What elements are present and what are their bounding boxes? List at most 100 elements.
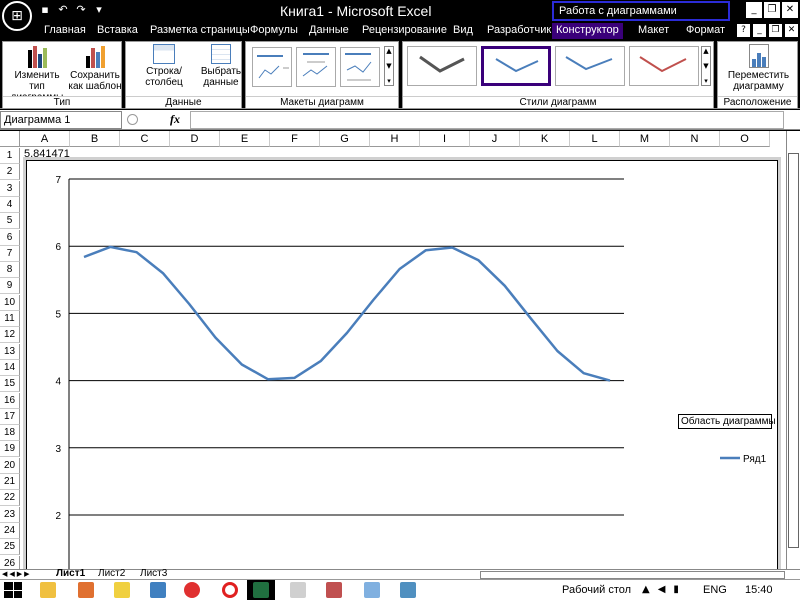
fx-icon[interactable]: fx: [170, 112, 180, 127]
tab-page-layout[interactable]: Разметка страницы: [146, 23, 254, 39]
row-header-18[interactable]: 18: [0, 425, 20, 442]
chart-style-1[interactable]: [407, 46, 477, 86]
minimize-icon[interactable]: _: [746, 2, 762, 18]
opera-icon[interactable]: [222, 582, 238, 598]
app5-icon[interactable]: [326, 582, 342, 598]
help-icon[interactable]: ?: [737, 24, 750, 37]
column-header-e[interactable]: E: [220, 131, 270, 147]
chart-style-2[interactable]: [481, 46, 551, 86]
start-icon[interactable]: [4, 582, 22, 598]
vertical-scrollbar[interactable]: [786, 131, 800, 569]
tab-insert[interactable]: Вставка: [93, 23, 142, 39]
styles-down-icon[interactable]: ▼: [702, 62, 710, 70]
app6-icon[interactable]: [364, 582, 380, 598]
workbook-restore-icon[interactable]: ❐: [769, 24, 782, 37]
more-layouts-icon[interactable]: ▾: [385, 77, 393, 85]
workbook-close-icon[interactable]: ✕: [785, 24, 798, 37]
horizontal-scrollbar[interactable]: [480, 571, 785, 579]
legend-label[interactable]: Ряд1: [743, 454, 767, 465]
explorer-icon[interactable]: [40, 582, 56, 598]
yandex-icon[interactable]: [184, 582, 200, 598]
tab-review[interactable]: Рецензирование: [358, 23, 451, 39]
line-chart[interactable]: 7 6 5 4 3 2 Ряд1: [27, 161, 779, 573]
undo-icon[interactable]: ↶: [56, 3, 70, 17]
chart-style-4[interactable]: [629, 46, 699, 86]
first-sheet-icon[interactable]: ◀: [2, 570, 7, 578]
styles-up-icon[interactable]: ▲: [702, 47, 710, 55]
restore-icon[interactable]: ❐: [764, 2, 780, 18]
excel-taskbar-button[interactable]: [247, 580, 275, 600]
more-styles-icon[interactable]: ▾: [702, 77, 710, 85]
language-indicator[interactable]: ENG: [703, 584, 727, 596]
app-icon[interactable]: [78, 582, 94, 598]
column-header-g[interactable]: G: [320, 131, 370, 147]
row-header-16[interactable]: 16: [0, 392, 20, 409]
row-header-26[interactable]: 26: [0, 555, 20, 569]
volume-icon[interactable]: ◀: [658, 584, 666, 595]
row-header-17[interactable]: 17: [0, 408, 20, 425]
row-header-4[interactable]: 4: [0, 196, 20, 213]
formula-input[interactable]: [190, 111, 784, 129]
office-button[interactable]: ⊞: [2, 1, 32, 31]
sheet-tab-2[interactable]: Лист2: [98, 569, 125, 579]
tab-formulas[interactable]: Формулы: [246, 23, 302, 39]
redo-icon[interactable]: ↷: [74, 3, 88, 17]
save-icon[interactable]: ▪: [38, 3, 52, 17]
column-header-o[interactable]: O: [720, 131, 770, 147]
column-header-n[interactable]: N: [670, 131, 720, 147]
column-header-j[interactable]: J: [470, 131, 520, 147]
name-box[interactable]: Диаграмма 1: [0, 111, 122, 129]
row-header-12[interactable]: 12: [0, 327, 20, 344]
qat-dropdown-icon[interactable]: ▾: [92, 3, 106, 17]
desktop-label[interactable]: Рабочий стол: [562, 584, 631, 596]
scroll-up-icon[interactable]: ▲: [385, 47, 393, 55]
next-sheet-icon[interactable]: ▶: [17, 570, 22, 578]
scroll-down-icon[interactable]: ▼: [385, 62, 393, 70]
tab-view[interactable]: Вид: [449, 23, 477, 39]
chart-area[interactable]: 7 6 5 4 3 2 Ряд1: [26, 160, 779, 573]
chart-layout-3[interactable]: [340, 47, 380, 87]
row-header-22[interactable]: 22: [0, 490, 20, 507]
column-header-m[interactable]: M: [620, 131, 670, 147]
row-header-20[interactable]: 20: [0, 457, 20, 474]
tab-data[interactable]: Данные: [305, 23, 353, 39]
row-header-1[interactable]: 1: [0, 148, 20, 164]
row-header-15[interactable]: 15: [0, 376, 20, 393]
row-header-8[interactable]: 8: [0, 262, 20, 279]
column-header-i[interactable]: I: [420, 131, 470, 147]
row-header-23[interactable]: 23: [0, 506, 20, 523]
row-header-5[interactable]: 5: [0, 213, 20, 230]
tab-design[interactable]: Конструктор: [552, 23, 623, 39]
sheet-tab-1[interactable]: Лист1: [56, 569, 85, 579]
cell-a1[interactable]: 5,841471: [24, 148, 70, 160]
column-header-h[interactable]: H: [370, 131, 420, 147]
tab-layout[interactable]: Макет: [634, 23, 673, 39]
app3-icon[interactable]: [150, 582, 166, 598]
styles-scroll[interactable]: ▲ ▼ ▾: [701, 46, 711, 86]
change-chart-type-button[interactable]: Изменить тип диаграммы: [7, 44, 67, 103]
row-header-6[interactable]: 6: [0, 229, 20, 246]
chart-layout-1[interactable]: [252, 47, 292, 87]
network-icon[interactable]: ▮: [673, 584, 679, 595]
vertical-scroll-thumb[interactable]: [788, 153, 799, 548]
prev-sheet-icon[interactable]: ◀: [9, 570, 14, 578]
tab-developer[interactable]: Разработчик: [483, 23, 555, 39]
row-header-24[interactable]: 24: [0, 522, 20, 539]
workbook-minimize-icon[interactable]: _: [753, 24, 766, 37]
app4-icon[interactable]: [290, 582, 306, 598]
column-header-c[interactable]: C: [120, 131, 170, 147]
row-header-21[interactable]: 21: [0, 474, 20, 490]
row-header-13[interactable]: 13: [0, 343, 20, 360]
formula-expand-icon[interactable]: [127, 114, 138, 125]
select-all-corner[interactable]: [0, 131, 20, 147]
select-data-button[interactable]: Выбрать данные: [200, 44, 242, 88]
app2-icon[interactable]: [114, 582, 130, 598]
last-sheet-icon[interactable]: ▶: [24, 570, 29, 578]
chart-layout-2[interactable]: [296, 47, 336, 87]
close-icon[interactable]: ✕: [782, 2, 798, 18]
row-header-25[interactable]: 25: [0, 539, 20, 556]
column-header-b[interactable]: B: [70, 131, 120, 147]
row-header-9[interactable]: 9: [0, 278, 20, 295]
app7-icon[interactable]: [400, 582, 416, 598]
move-chart-button[interactable]: Переместить диаграмму: [720, 44, 797, 92]
